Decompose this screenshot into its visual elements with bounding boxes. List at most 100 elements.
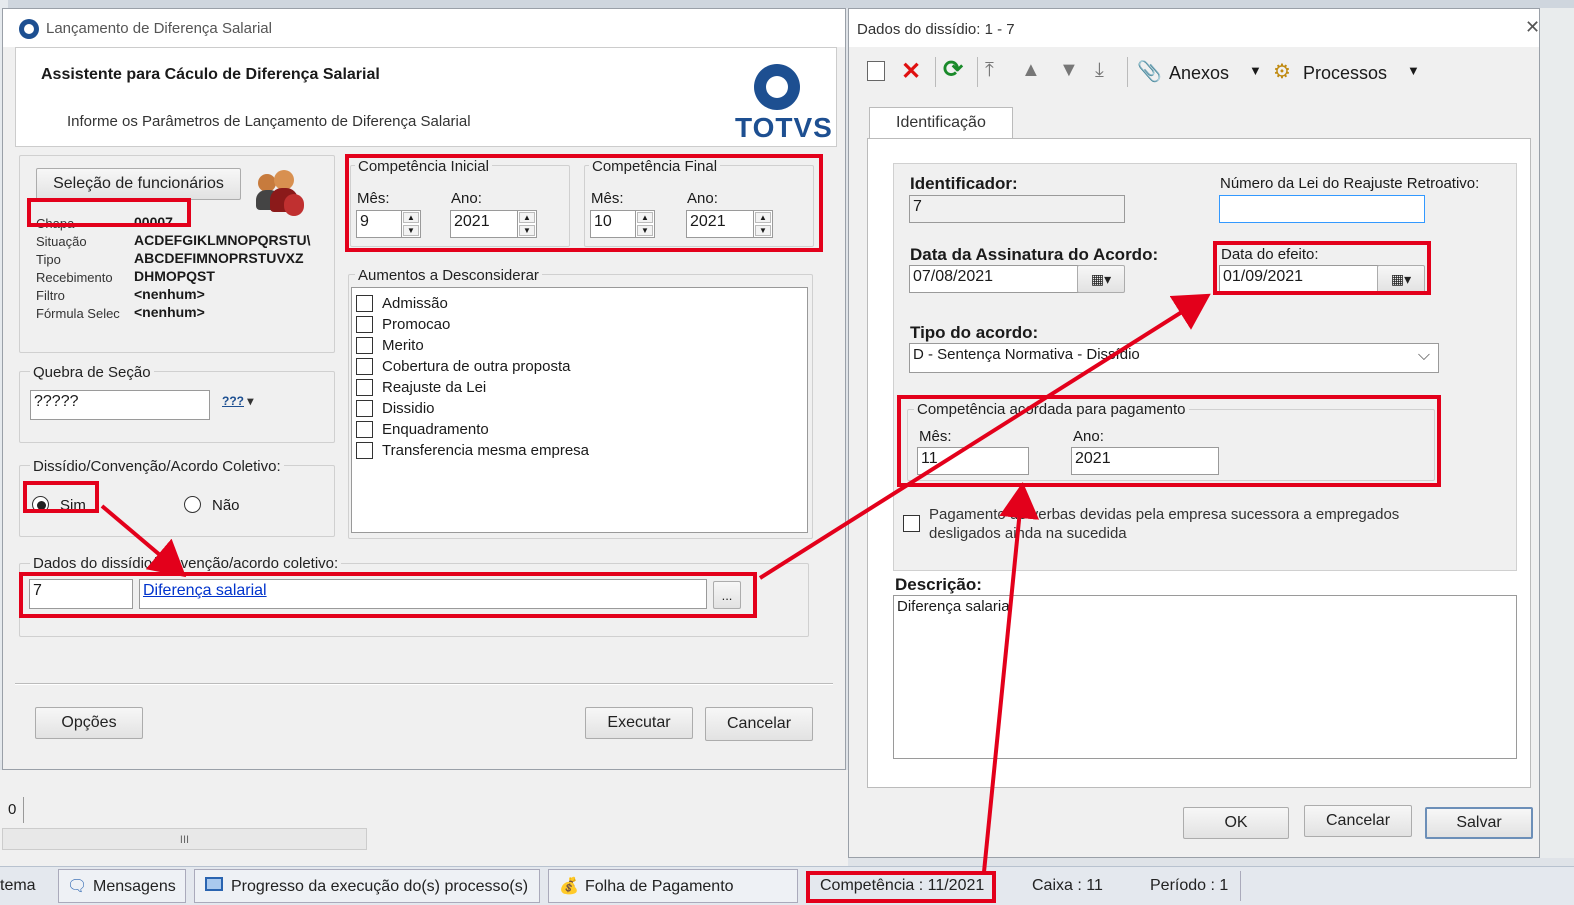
list-item[interactable]: Promocao — [356, 315, 796, 335]
background-top-strip — [0, 0, 1574, 8]
taskbar-mensagens[interactable]: 🗨 Mensagens — [58, 869, 186, 903]
opcoes-button[interactable]: Opções — [35, 707, 143, 739]
anexos-label: Anexos — [1169, 63, 1230, 83]
taskbar-progresso[interactable]: Progresso da execução do(s) processo(s) — [194, 869, 540, 903]
data-assinatura-label: Data da Assinatura do Acordo: — [910, 245, 1159, 264]
info-value: ACDEFGIKLMNOPQRSTU\ — [134, 232, 311, 248]
info-row: Tipo ABCDEFIMNOPRSTUVXZ — [36, 250, 336, 268]
checkbox[interactable] — [356, 358, 373, 375]
totvs-brand: TOTVS — [735, 112, 833, 143]
left-window-title: Lançamento de Diferença Salarial — [46, 20, 272, 37]
chevron-down-icon: ⌵ — [1417, 347, 1430, 364]
checkbox[interactable] — [356, 421, 373, 438]
tipo-acordo-select[interactable]: D - Sentença Normativa - Dissídio ⌵ — [909, 343, 1439, 373]
dados-dissidio-legend: Dados do dissídio/convenção/acordo colet… — [30, 555, 342, 572]
salvar-button[interactable]: Salvar — [1425, 807, 1533, 839]
processos-menu[interactable]: ⚙ Processos ▼ — [1273, 59, 1423, 85]
payroll-icon: 💰 — [559, 878, 579, 895]
refresh-icon[interactable]: ⟳ — [943, 55, 963, 84]
toolbar-separator — [1127, 57, 1128, 87]
right-window-titlebar: Dados do dissídio: 1 - 7 ✕ — [849, 9, 1540, 47]
close-icon[interactable]: ✕ — [1525, 17, 1540, 38]
list-item[interactable]: Dissidio — [356, 399, 796, 419]
cancelar-right-button[interactable]: Cancelar — [1304, 805, 1412, 837]
executar-button[interactable]: Executar — [585, 707, 693, 739]
wizard-header: Assistente para Cáculo de Diferença Sala… — [15, 47, 837, 147]
radio-nao[interactable]: Não — [184, 494, 254, 516]
background-panel — [0, 770, 848, 866]
ok-button[interactable]: OK — [1183, 807, 1289, 839]
checkbox[interactable] — [356, 400, 373, 417]
lei-input[interactable] — [1219, 195, 1425, 223]
status-caixa: Caixa : 11 — [1032, 877, 1103, 894]
last-record-icon[interactable]: ⤓ — [1095, 59, 1104, 82]
list-item[interactable]: Merito — [356, 336, 796, 356]
app-logo-icon — [19, 19, 39, 39]
data-assinatura-calendar-icon[interactable]: ▦▾ — [1077, 265, 1125, 293]
cancelar-button[interactable]: Cancelar — [705, 707, 813, 741]
users-group-icon — [256, 170, 308, 218]
descricao-textarea[interactable]: Diferença salarial — [893, 595, 1517, 759]
taskbar: tema 🗨 Mensagens Progresso da execução d… — [0, 866, 1574, 905]
checkbox[interactable] — [356, 337, 373, 354]
checkbox[interactable] — [356, 316, 373, 333]
quebra-secao-lookup-icon[interactable]: ??? ▾ — [222, 394, 262, 416]
list-item[interactable]: Cobertura de outra proposta — [356, 357, 796, 377]
chevron-down-icon: ▼ — [1249, 63, 1262, 78]
dados-dissidio-highlight — [19, 572, 757, 618]
left-window-titlebar: Lançamento de Diferença Salarial — [3, 9, 845, 47]
sim-highlight — [23, 481, 99, 513]
first-record-icon[interactable]: ⤒ — [985, 59, 994, 82]
new-record-icon[interactable] — [867, 61, 885, 81]
radio-nao-circle[interactable] — [184, 496, 201, 513]
info-key: Fórmula Selec — [36, 306, 120, 321]
tipo-acordo-label: Tipo do acordo: — [910, 323, 1039, 342]
pagamento-checkbox[interactable] — [903, 515, 920, 532]
wizard-subheading: Informe os Parâmetros de Lançamento de D… — [67, 113, 471, 130]
checkbox[interactable] — [356, 442, 373, 459]
right-window: Dados do dissídio: 1 - 7 ✕ ✕ ⟳ ⤒ ▲ ▼ ⤓ 📎… — [848, 8, 1540, 858]
delete-icon[interactable]: ✕ — [901, 57, 921, 86]
previous-record-icon[interactable]: ▲ — [1021, 59, 1041, 82]
identificador-label: Identificador: — [910, 174, 1018, 193]
monitor-icon — [205, 877, 223, 891]
chevron-down-icon: ▼ — [1407, 63, 1420, 78]
info-value: DHMOPQST — [134, 268, 215, 284]
checkbox[interactable] — [356, 379, 373, 396]
taskbar-separator — [1240, 871, 1241, 901]
info-row: Situação ACDEFGIKLMNOPQRSTU\ — [36, 232, 336, 250]
checkbox[interactable] — [356, 295, 373, 312]
list-item[interactable]: Transferencia mesma empresa — [356, 441, 796, 461]
list-item[interactable]: Reajuste da Lei — [356, 378, 796, 398]
radio-nao-label: Não — [212, 497, 240, 514]
identificador-input[interactable]: 7 — [909, 195, 1125, 223]
list-item[interactable]: Admissão — [356, 294, 796, 314]
taskbar-folha[interactable]: 💰 Folha de Pagamento — [548, 869, 798, 903]
processos-label: Processos — [1303, 63, 1388, 83]
competencia-highlight — [345, 154, 823, 252]
toolbar-separator — [935, 57, 936, 87]
info-value: <nenhum> — [134, 286, 205, 302]
selection-group: Seleção de funcionários Chapa 00007 Situ… — [19, 155, 335, 353]
paperclip-icon: 📎 — [1137, 61, 1162, 83]
next-record-icon[interactable]: ▼ — [1059, 59, 1079, 82]
tab-identificacao[interactable]: Identificação — [869, 107, 1013, 139]
data-efeito-highlight — [1213, 241, 1431, 295]
competencia-acordada-highlight — [897, 395, 1441, 487]
right-window-title: Dados do dissídio: 1 - 7 — [857, 21, 1015, 38]
info-row: Filtro <nenhum> — [36, 286, 336, 304]
data-assinatura-input[interactable]: 07/08/2021 — [909, 265, 1079, 293]
anexos-menu[interactable]: 📎 Anexos ▼ — [1137, 59, 1267, 85]
background-field[interactable]: 0 — [2, 797, 24, 823]
list-item[interactable]: Enquadramento — [356, 420, 796, 440]
info-key: Situação — [36, 234, 87, 249]
taskbar-sistema[interactable]: tema — [0, 877, 50, 895]
info-row: Recebimento DHMOPQST — [36, 268, 336, 286]
background-scrollbar[interactable]: III — [2, 828, 367, 850]
quebra-secao-input[interactable]: ????? — [30, 390, 210, 420]
left-window: Lançamento de Diferença Salarial Assiste… — [2, 8, 846, 770]
chapa-highlight — [27, 198, 191, 227]
selecao-funcionarios-button[interactable]: Seleção de funcionários — [36, 168, 241, 200]
status-periodo: Período : 1 — [1150, 877, 1229, 894]
pagamento-label: Pagamento de verbas devidas pela empresa… — [929, 506, 1400, 542]
